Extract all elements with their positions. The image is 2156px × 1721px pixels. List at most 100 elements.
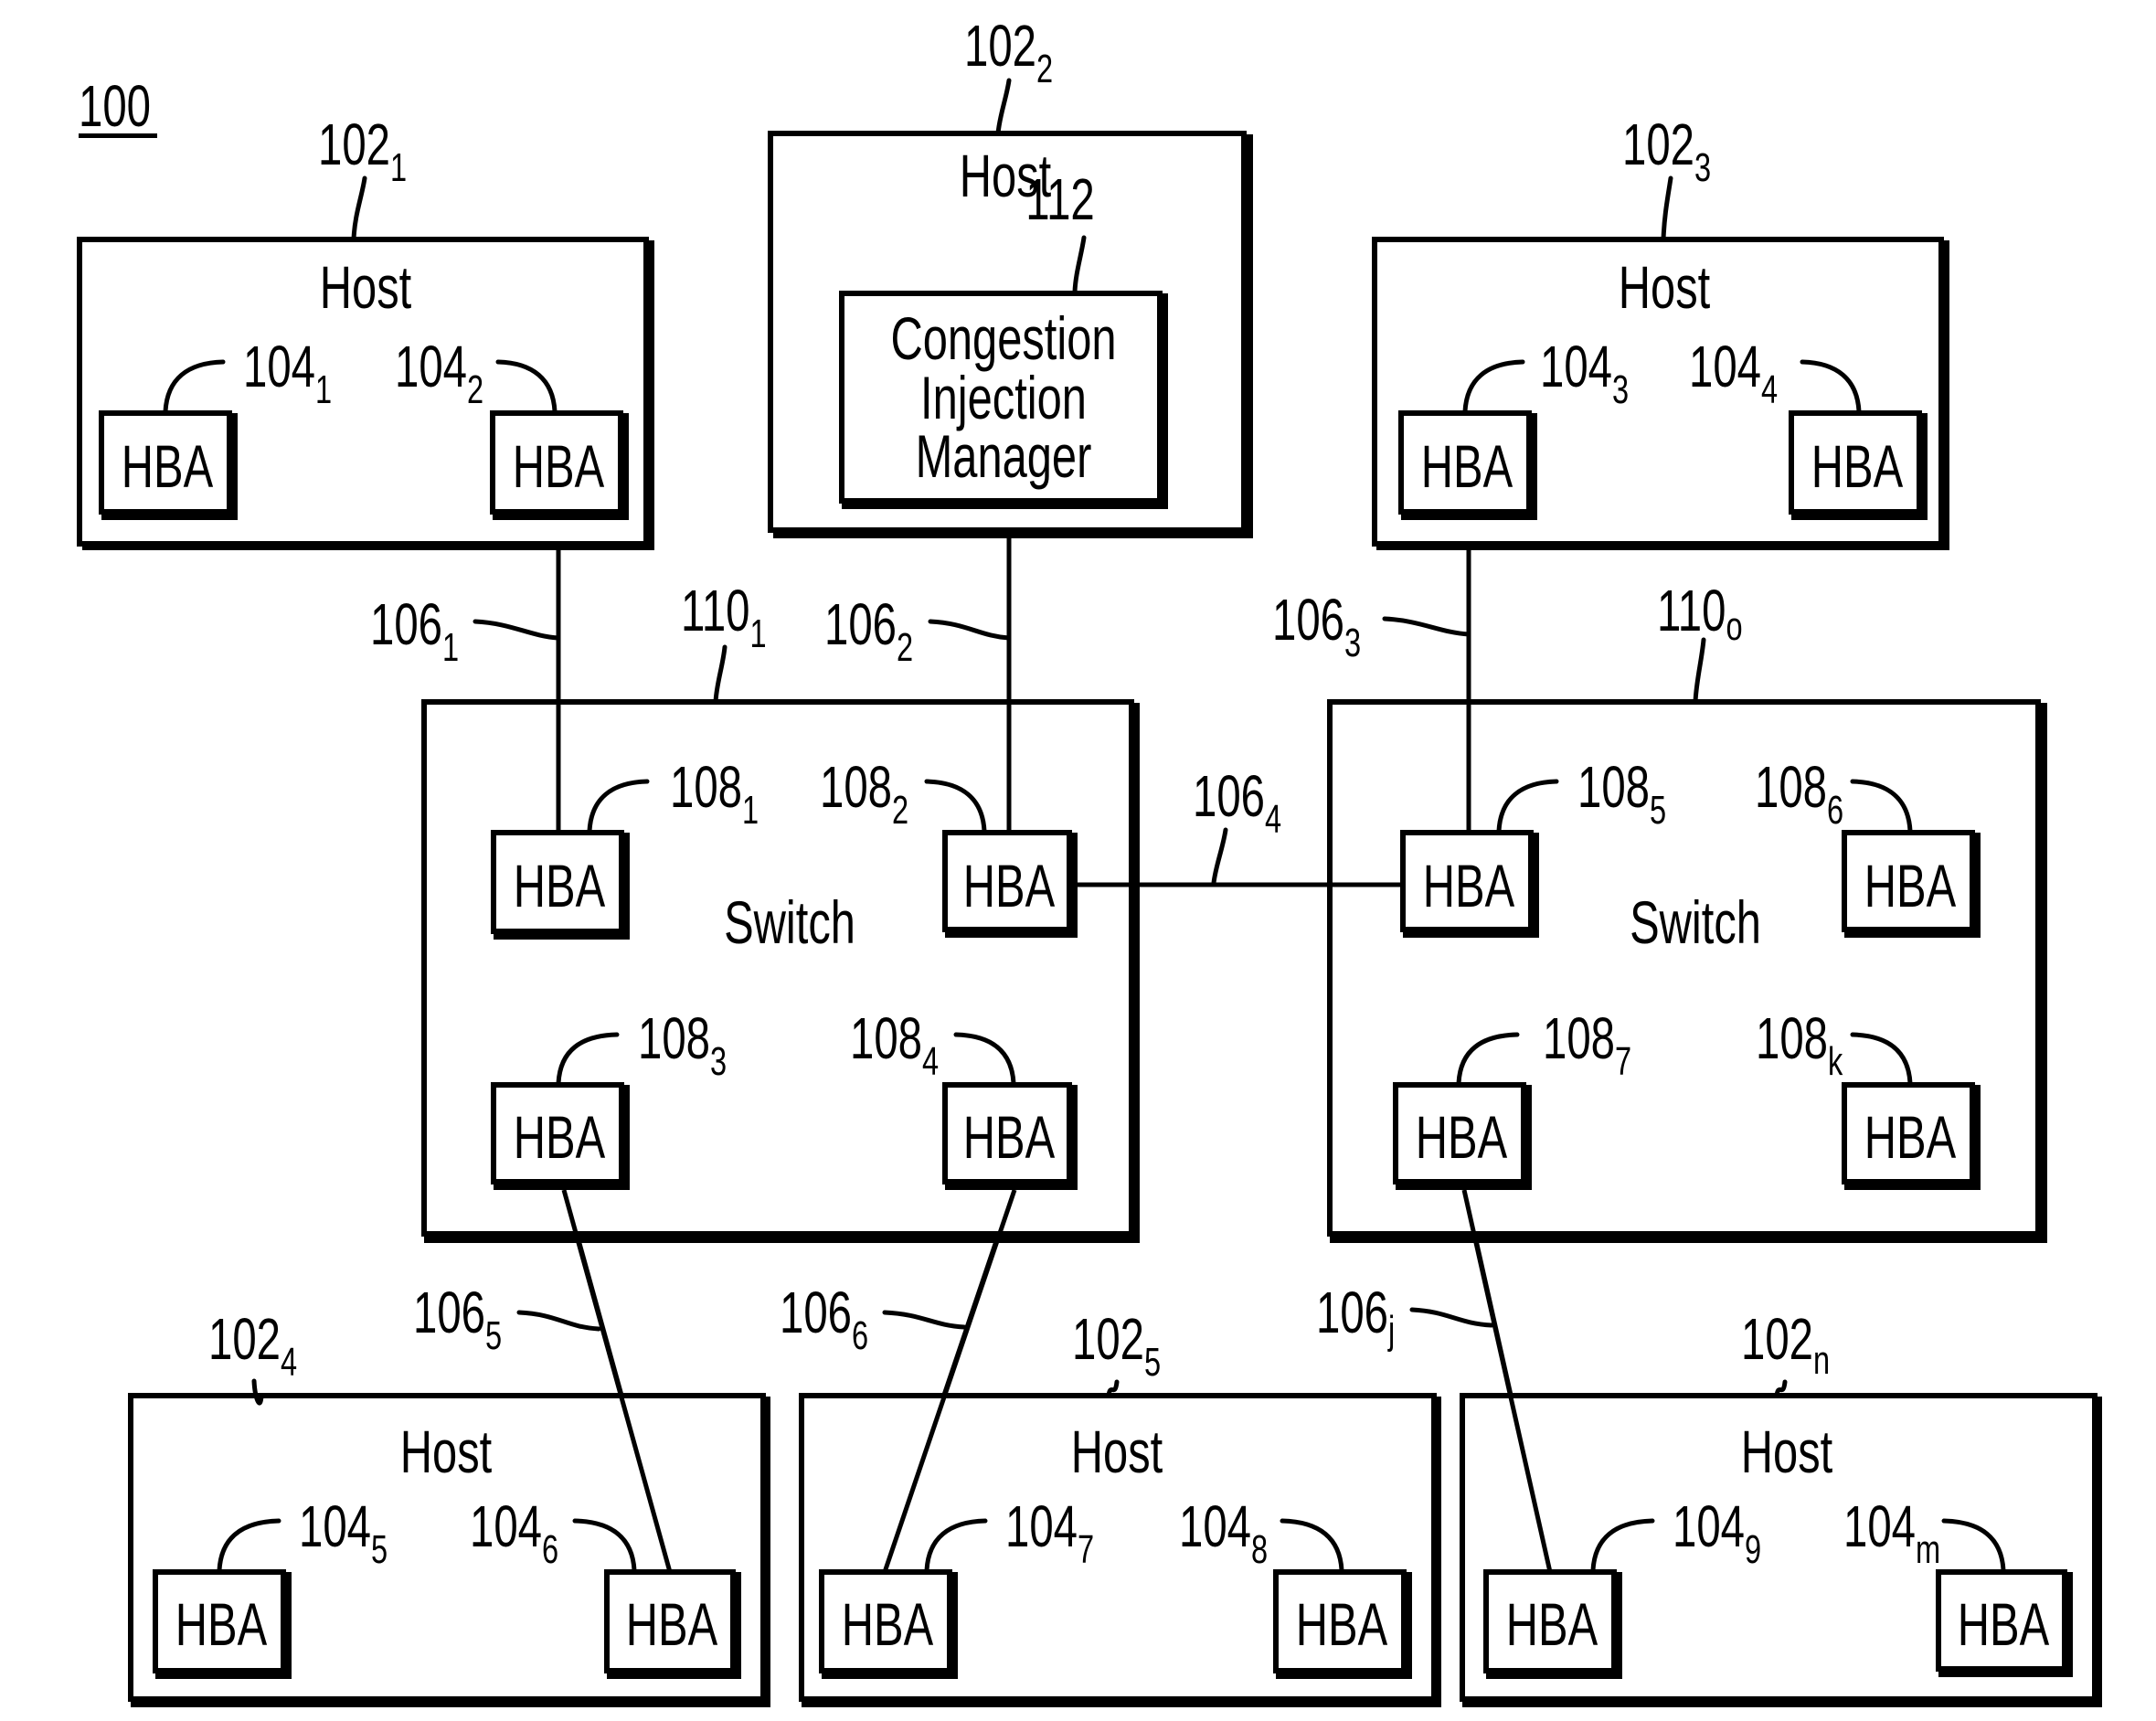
leader-line bbox=[351, 175, 367, 242]
ref-number: 102 bbox=[1072, 1306, 1144, 1372]
ref-label-106-5: 1065 bbox=[413, 1280, 601, 1358]
ref-number: 106 bbox=[780, 1280, 852, 1345]
switch-title: Switch bbox=[724, 889, 855, 957]
network-diagram: 100 Host 1021 HBA 1041 HBA 1042 Host 102… bbox=[77, 13, 2102, 1707]
ref-number: 102 bbox=[964, 13, 1036, 79]
ref-subscript: 1 bbox=[315, 367, 332, 412]
hba-label: HBA bbox=[1864, 853, 1957, 920]
ref-subscript: 9 bbox=[1745, 1527, 1761, 1572]
ref-number: 108 bbox=[1543, 1005, 1615, 1071]
host-102-4[interactable]: Host 1024 HBA 1045 HBA 1046 bbox=[128, 1306, 770, 1707]
ref-label-106-2: 1062 bbox=[824, 591, 1012, 670]
leader-line bbox=[928, 619, 1012, 641]
hba-label: HBA bbox=[1864, 1104, 1957, 1172]
ref-text: 1064 bbox=[1193, 763, 1281, 842]
switch-110-1[interactable]: Switch 1101 HBA 1081 HBA 1082 HBA 1083 H… bbox=[421, 578, 1140, 1243]
ref-number: 104 bbox=[1673, 1493, 1745, 1559]
switch-110-o[interactable]: Switch 110o HBA 1085 HBA 1086 HBA 1087 H… bbox=[1327, 578, 2047, 1243]
ref-text: 1024 bbox=[208, 1306, 297, 1385]
ref-number: 108 bbox=[1755, 754, 1827, 820]
leader-line bbox=[882, 1310, 967, 1330]
host-102-1[interactable]: Host 1021 HBA 1041 HBA 1042 bbox=[77, 112, 654, 550]
ref-text: 106j bbox=[1316, 1280, 1395, 1353]
figure-label: 100 bbox=[79, 73, 157, 139]
ref-subscript: 4 bbox=[1761, 367, 1778, 412]
leader-line bbox=[1409, 1307, 1494, 1328]
ref-number: 108 bbox=[850, 1005, 922, 1071]
hba-label: HBA bbox=[1423, 853, 1515, 920]
ref-text: 1101 bbox=[681, 578, 767, 656]
ref-subscript: 7 bbox=[1078, 1527, 1094, 1572]
ref-label-106-4: 1064 bbox=[1193, 763, 1281, 886]
hba-label: HBA bbox=[1958, 1591, 2050, 1659]
cim-line-2: Injection bbox=[920, 365, 1087, 432]
ref-text: 1065 bbox=[413, 1280, 502, 1358]
figure-number: 100 bbox=[79, 73, 151, 139]
host-title: Host bbox=[320, 254, 411, 322]
ref-number: 108 bbox=[670, 754, 742, 820]
ref-number: 104 bbox=[299, 1493, 371, 1559]
hba-label: HBA bbox=[513, 433, 605, 501]
ref-subscript: 2 bbox=[1036, 47, 1053, 91]
ref-label-110-o: 110o bbox=[1657, 578, 1743, 705]
cim-line-1: Congestion bbox=[890, 305, 1116, 373]
cim-line-3: Manager bbox=[916, 423, 1092, 491]
ref-subscript: 1 bbox=[442, 625, 459, 670]
ref-text: 1061 bbox=[370, 591, 459, 670]
ref-number: 104 bbox=[1843, 1493, 1916, 1559]
hba-label: HBA bbox=[842, 1591, 934, 1659]
host-102-2[interactable]: Host 1022 Congestion Injection Manager 1… bbox=[768, 13, 1253, 538]
ref-text: 1023 bbox=[1622, 112, 1711, 190]
leader-line bbox=[713, 644, 728, 705]
hba-label: HBA bbox=[963, 1104, 1056, 1172]
ref-number: 106 bbox=[1193, 763, 1265, 829]
ref-subscript: m bbox=[1916, 1527, 1940, 1572]
ref-subscript: n bbox=[1813, 1338, 1830, 1383]
hba-label: HBA bbox=[1811, 433, 1904, 501]
ref-number: 108 bbox=[1756, 1005, 1828, 1071]
leader-line bbox=[1211, 827, 1228, 886]
ref-text: 1063 bbox=[1272, 587, 1361, 665]
ref-subscript: 8 bbox=[1251, 1527, 1268, 1572]
ref-label-102-3: 1023 bbox=[1622, 112, 1711, 242]
hba-label: HBA bbox=[122, 433, 214, 501]
ref-subscript: 6 bbox=[852, 1313, 868, 1358]
ref-subscript: 3 bbox=[1612, 367, 1629, 412]
leader-line bbox=[1382, 616, 1471, 637]
ref-number: 104 bbox=[1689, 334, 1761, 399]
ref-subscript: o bbox=[1726, 604, 1742, 649]
ref-label-102-1: 1021 bbox=[318, 112, 407, 242]
host-102-n[interactable]: Host 102n HBA 1049 HBA 104m bbox=[1460, 1306, 2102, 1707]
ref-number: 104 bbox=[395, 334, 467, 399]
ref-text: 110o bbox=[1657, 578, 1743, 649]
leader-line bbox=[473, 619, 561, 641]
figure-underline bbox=[79, 133, 157, 138]
ref-subscript: 5 bbox=[485, 1313, 502, 1358]
ref-label-102-4: 1024 bbox=[208, 1306, 297, 1406]
ref-label-102-n: 102n bbox=[1741, 1306, 1830, 1398]
host-102-5[interactable]: Host 1025 HBA 1047 HBA 1048 bbox=[799, 1306, 1441, 1707]
hba-label: HBA bbox=[626, 1591, 718, 1659]
ref-subscript: 4 bbox=[922, 1039, 939, 1084]
ref-text: 1066 bbox=[780, 1280, 868, 1358]
ref-subscript: 1 bbox=[390, 145, 407, 190]
ref-label-106-j: 106j bbox=[1316, 1280, 1494, 1353]
ref-subscript: 5 bbox=[371, 1527, 388, 1572]
ref-subscript: 7 bbox=[1615, 1039, 1631, 1084]
ref-number: 102 bbox=[318, 112, 390, 177]
ref-label-102-2: 1022 bbox=[964, 13, 1053, 136]
leader-line bbox=[1693, 637, 1706, 705]
ref-subscript: 4 bbox=[281, 1340, 297, 1385]
ref-subscript: 6 bbox=[1827, 788, 1843, 833]
host-title: Host bbox=[1741, 1418, 1832, 1486]
ref-number: 102 bbox=[208, 1306, 281, 1372]
hba-label: HBA bbox=[1506, 1591, 1598, 1659]
ref-number: 104 bbox=[470, 1493, 542, 1559]
host-title: Host bbox=[1071, 1418, 1163, 1486]
host-102-3[interactable]: Host 1023 HBA 1043 HBA 1044 bbox=[1372, 112, 1949, 550]
hba-label: HBA bbox=[1296, 1591, 1388, 1659]
ref-number: 106 bbox=[1316, 1280, 1388, 1345]
ref-label-106-1: 1061 bbox=[370, 591, 561, 670]
ref-number: 106 bbox=[1272, 587, 1344, 653]
ref-label-112: 112 bbox=[1025, 166, 1094, 232]
